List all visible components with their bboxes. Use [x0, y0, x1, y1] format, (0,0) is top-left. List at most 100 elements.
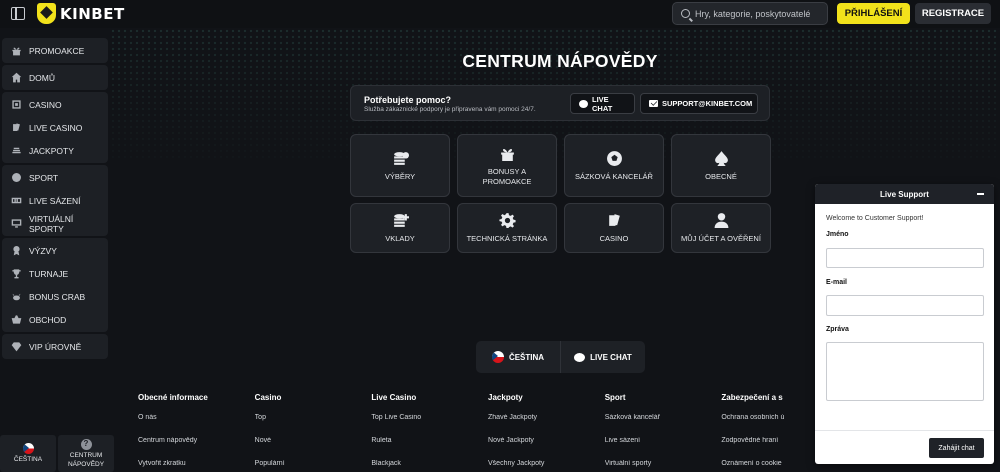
live-chat-footer-button[interactable]: LIVE CHAT	[561, 341, 645, 373]
help-category-grid: VÝBĚRY BONUSY A PROMOAKCE SÁZKOVÁ KANCELÁŘ…	[350, 134, 771, 266]
sidebar-item[interactable]: DOMŮ	[2, 66, 108, 89]
top-bar: KINBET PŘIHLÁŠENÍ REGISTRACE	[0, 0, 1000, 28]
crab-icon	[11, 291, 22, 302]
footer-link[interactable]: Virtuální sporty	[605, 460, 722, 472]
help-category-card[interactable]: MŮJ ÚČET A OVĚŘENÍ	[671, 203, 771, 253]
footer-link[interactable]: Všechny Jackpoty	[488, 460, 605, 472]
register-button[interactable]: REGISTRACE	[915, 3, 991, 24]
footer-link[interactable]: Top	[255, 414, 372, 437]
help-category-card[interactable]: VKLADY	[350, 203, 450, 253]
help-label-line1: CENTRUM	[69, 451, 103, 459]
footer-links: Obecné informace O nás Centrum nápovědy Vyt…	[138, 393, 838, 472]
sidebar-group: SPORT LIVE SÁZENÍ VIRTUÁLNÍ SPORTY	[2, 165, 108, 236]
sidebar-item[interactable]: VÝZVY	[2, 239, 108, 262]
sidebar-item[interactable]: LIVE CASINO	[2, 116, 108, 139]
name-field[interactable]	[826, 248, 984, 268]
login-button[interactable]: PŘIHLÁŠENÍ	[837, 3, 910, 24]
sidebar-item-label: LIVE CASINO	[29, 122, 83, 133]
cards-icon	[13, 123, 20, 131]
footer-column: Sport Sázková kancelář Live sázení Virtuáln…	[605, 393, 722, 472]
chat-bubble-icon	[579, 99, 588, 108]
home-icon	[11, 72, 22, 83]
sidebar-group: CASINO LIVE CASINO JACKPOTY	[2, 92, 108, 163]
sidebar-item[interactable]: PROMOAKCE	[2, 39, 108, 62]
search-input[interactable]	[695, 8, 827, 19]
help-center-button[interactable]: ? CENTRUM NÁPOVĚDY	[58, 435, 114, 472]
footer-link[interactable]: Ruleta	[371, 437, 488, 460]
user-icon	[714, 213, 728, 228]
spade-icon	[714, 150, 728, 166]
message-label: Zpráva	[826, 326, 849, 333]
sidebar-item[interactable]: LIVE SÁZENÍ	[2, 189, 108, 212]
sidebar-item-label: PROMOAKCE	[29, 45, 85, 56]
language-select-label: ČEŠTINA	[508, 352, 545, 362]
casino-icon	[11, 99, 22, 110]
support-welcome-text: Welcome to Customer Support!	[826, 215, 924, 222]
footer-link[interactable]: Top Live Casino	[371, 414, 488, 437]
language-button[interactable]: ČEŠTINA	[0, 435, 56, 472]
gift-icon	[12, 47, 21, 56]
language-select[interactable]: ČEŠTINA	[476, 341, 561, 373]
sidebar-item-label: VIRTUÁLNÍ SPORTY	[29, 213, 74, 234]
footer-link[interactable]: Nové Jackpoty	[488, 437, 605, 460]
footer-column-title: Sport	[604, 393, 626, 402]
help-category-card[interactable]: TECHNICKÁ STRÁNKA	[457, 203, 557, 253]
sidebar-group: VÝZVY TURNAJE BONUS CRAB OBCHOD	[2, 238, 108, 332]
soccer-ball-icon	[606, 150, 622, 166]
help-category-card[interactable]: SÁZKOVÁ KANCELÁŘ	[564, 134, 664, 197]
coins-plus-icon	[393, 214, 409, 227]
footer-link[interactable]: Sázková kancelář	[605, 414, 722, 437]
sidebar-item-label: SPORT	[29, 172, 59, 183]
sidebar-item-label: VÝZVY	[29, 245, 57, 256]
sidebar-item[interactable]: SPORT	[2, 166, 108, 189]
email-field[interactable]	[826, 295, 984, 316]
support-title: Live Support	[880, 189, 929, 199]
sidebar-item[interactable]: CASINO	[2, 93, 108, 116]
brand-name: KINBET	[60, 4, 125, 23]
name-label: Jméno	[826, 231, 849, 238]
search-box[interactable]	[672, 2, 828, 25]
help-category-card[interactable]: VÝBĚRY	[350, 134, 450, 197]
sidebar-item[interactable]: OBCHOD	[2, 308, 108, 331]
sidebar-item[interactable]: BONUS CRAB	[2, 285, 108, 308]
live-chat-footer-label: LIVE CHAT	[590, 352, 632, 362]
footer-column: Casino Top Nové Populární	[255, 393, 372, 472]
footer-link[interactable]: Nové	[255, 437, 372, 460]
banner-subtitle: Služba zákaznické podpory je připravena …	[364, 106, 536, 113]
monitor-icon	[11, 219, 22, 228]
brand-logo[interactable]: KINBET	[37, 3, 125, 24]
sidebar-item[interactable]: TURNAJE	[2, 262, 108, 285]
footer-link[interactable]: Žhavé Jackpoty	[488, 414, 605, 437]
envelope-icon	[649, 100, 658, 107]
start-chat-button[interactable]: Zahájit chat	[929, 438, 984, 458]
sidebar-toggle-icon[interactable]	[11, 7, 25, 20]
sidebar-item-label: BONUS CRAB	[29, 291, 86, 302]
footer-column: Obecné informace O nás Centrum nápovědy Vyt…	[138, 393, 255, 472]
help-category-card[interactable]: BONUSY A PROMOAKCE	[457, 134, 557, 197]
ball-icon	[12, 173, 21, 182]
minimize-icon[interactable]	[977, 193, 984, 195]
sidebar-item[interactable]: VIRTUÁLNÍ SPORTY	[2, 212, 108, 235]
footer-link[interactable]: Live sázení	[605, 437, 722, 460]
email-support-button[interactable]: SUPPORT@KINBET.COM	[640, 93, 758, 114]
footer-link[interactable]: Centrum nápovědy	[138, 437, 255, 460]
footer-link[interactable]: Vytvořit zkratku	[138, 460, 255, 472]
support-header[interactable]: Live Support	[815, 184, 994, 204]
support-divider	[815, 430, 994, 431]
shield-logo-icon	[37, 3, 56, 24]
help-category-card[interactable]: CASINO	[564, 203, 664, 253]
basket-icon	[11, 315, 22, 324]
footer-link[interactable]: Populární	[255, 460, 372, 472]
diamond-icon	[11, 342, 22, 352]
footer-link[interactable]: O nás	[138, 414, 255, 437]
message-field[interactable]	[826, 342, 984, 401]
footer-link[interactable]: Blackjack	[371, 460, 488, 472]
live-chat-label: LIVE CHAT	[592, 94, 613, 113]
live-chat-button[interactable]: LIVE CHAT	[570, 93, 635, 114]
basket-icon	[11, 314, 22, 325]
sidebar-item[interactable]: JACKPOTY	[2, 139, 108, 162]
sidebar-item[interactable]: VIP ÚROVNĚ	[2, 335, 108, 358]
help-category-card[interactable]: OBECNÉ	[671, 134, 771, 197]
cards-icon	[11, 122, 22, 133]
category-label: VÝBĚRY	[384, 171, 416, 181]
